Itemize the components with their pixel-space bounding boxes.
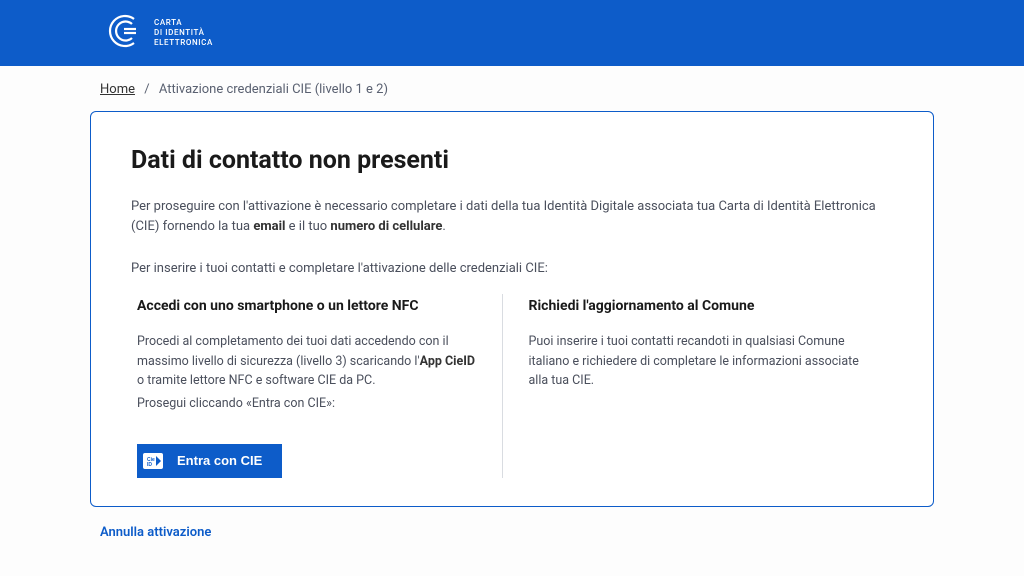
breadcrumb-current: Attivazione credenziali CIE (livello 1 e… (159, 82, 388, 97)
intro-text: Per proseguire con l'attivazione è neces… (131, 197, 893, 237)
option-nfc-desc: Procedi al completamento dei tuoi dati a… (137, 332, 484, 390)
options-columns: Accedi con uno smartphone o un lettore N… (131, 294, 893, 478)
header-bar: CARTA DI IDENTITÀ ELETTRONICA (0, 0, 1024, 66)
breadcrumb-separator: / (144, 82, 149, 97)
brand-logo[interactable]: CARTA DI IDENTITÀ ELETTRONICA (104, 11, 213, 55)
lead-text: Per inserire i tuoi contatti e completar… (131, 261, 893, 276)
option-comune: Richiedi l'aggiornamento al Comune Puoi … (502, 294, 894, 478)
entra-con-cie-label: Entra con CIE (169, 453, 282, 468)
breadcrumb-home-link[interactable]: Home (100, 82, 135, 97)
panel-contact-missing: Dati di contatto non presenti Per proseg… (90, 111, 934, 507)
option-comune-heading: Richiedi l'aggiornamento al Comune (529, 298, 876, 314)
option-nfc-cta-text: Prosegui cliccando «Entra con CIE»: (137, 394, 484, 413)
cie-logo-icon (104, 11, 144, 55)
option-comune-desc: Puoi inserire i tuoi contatti recandoti … (529, 332, 876, 390)
entra-con-cie-button[interactable]: Cie ID Entra con CIE (137, 444, 282, 478)
breadcrumb: Home / Attivazione credenziali CIE (live… (90, 66, 934, 111)
cieid-icon: Cie ID (137, 444, 169, 478)
option-nfc-heading: Accedi con uno smartphone o un lettore N… (137, 298, 484, 314)
cancel-activation-link[interactable]: Annulla attivazione (100, 525, 211, 540)
svg-text:ID: ID (147, 462, 152, 468)
brand-text: CARTA DI IDENTITÀ ELETTRONICA (154, 18, 213, 48)
page-title: Dati di contatto non presenti (131, 146, 893, 175)
option-nfc: Accedi con uno smartphone o un lettore N… (131, 294, 502, 478)
